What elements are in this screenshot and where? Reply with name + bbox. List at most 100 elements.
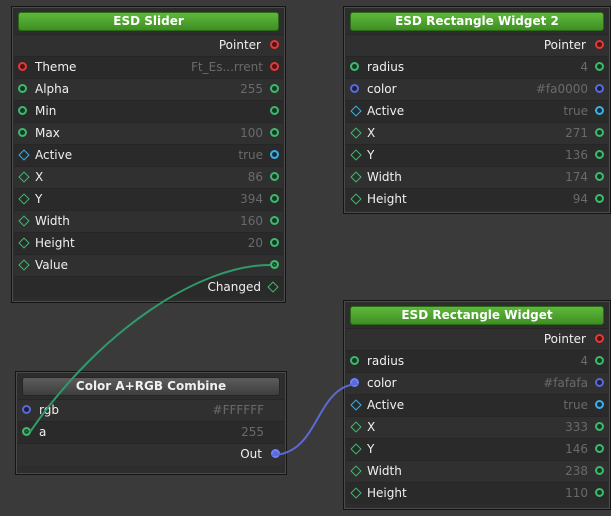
output-pin-icon[interactable] — [595, 106, 604, 115]
input-pin-icon[interactable] — [18, 128, 27, 137]
port-value[interactable]: 333 — [565, 417, 588, 438]
input-pin-icon[interactable] — [350, 171, 362, 183]
port-value[interactable]: 4 — [580, 57, 588, 78]
port-value[interactable]: 94 — [573, 189, 588, 210]
input-pin-icon[interactable] — [18, 193, 30, 205]
node-esd-rectangle-widget-2[interactable]: ESD Rectangle Widget 2 Pointer radius 4 … — [343, 6, 611, 214]
node-title[interactable]: ESD Rectangle Widget 2 — [350, 12, 604, 31]
port-value[interactable]: 4 — [580, 351, 588, 372]
port-value[interactable]: 271 — [565, 123, 588, 144]
port-value[interactable]: 160 — [240, 211, 263, 232]
port-value[interactable]: #fafafa — [543, 373, 588, 394]
port-value[interactable]: true — [563, 395, 588, 416]
output-pin-icon[interactable] — [595, 378, 604, 387]
input-pin-icon[interactable] — [350, 193, 362, 205]
port-label: Theme — [35, 60, 77, 74]
input-pin-icon[interactable] — [350, 465, 362, 477]
port-value[interactable]: 255 — [240, 79, 263, 100]
port-value[interactable]: #FFFFFF — [213, 400, 264, 421]
input-pin-icon[interactable] — [350, 127, 362, 139]
input-pin-icon[interactable] — [18, 171, 30, 183]
input-pin-icon[interactable] — [18, 106, 27, 115]
port-value[interactable]: 136 — [565, 145, 588, 166]
output-pin-icon[interactable] — [595, 466, 604, 475]
input-pin-icon[interactable] — [350, 421, 362, 433]
port-value[interactable]: 86 — [248, 167, 263, 188]
port-label: X — [367, 420, 376, 434]
output-pin-icon[interactable] — [595, 488, 604, 497]
port-value[interactable]: 255 — [241, 422, 264, 443]
output-pin-icon[interactable] — [595, 40, 604, 49]
input-pin-icon[interactable] — [22, 427, 31, 436]
input-pin-icon[interactable] — [350, 399, 362, 411]
port-label: Width — [367, 170, 402, 184]
port-value[interactable]: Ft_Es...rrent — [191, 57, 263, 78]
output-pin-icon[interactable] — [595, 172, 604, 181]
input-pin-icon[interactable] — [18, 259, 30, 271]
output-pin-icon[interactable] — [595, 150, 604, 159]
port-label: color — [367, 376, 397, 390]
output-pin-icon[interactable] — [270, 172, 279, 181]
input-pin-icon[interactable] — [18, 237, 30, 249]
port-row-x: X 86 — [14, 166, 283, 188]
output-pin-icon[interactable] — [595, 444, 604, 453]
input-pin-icon[interactable] — [350, 84, 359, 93]
input-pin-icon[interactable] — [18, 84, 27, 93]
node-esd-rectangle-widget[interactable]: ESD Rectangle Widget Pointer radius 4 co… — [343, 300, 611, 510]
port-value[interactable]: 146 — [565, 439, 588, 460]
node-esd-slider[interactable]: ESD Slider Pointer Theme Ft_Es...rrent A… — [11, 6, 286, 303]
port-row-radius: radius 4 — [346, 350, 608, 372]
output-pin-icon[interactable] — [595, 84, 604, 93]
output-pin-icon[interactable] — [270, 128, 279, 137]
output-pin-icon[interactable] — [595, 422, 604, 431]
input-pin-icon[interactable] — [350, 378, 359, 387]
port-value[interactable]: 394 — [240, 189, 263, 210]
output-pin-icon[interactable] — [270, 84, 279, 93]
output-pin-icon[interactable] — [267, 281, 279, 293]
input-pin-icon[interactable] — [22, 405, 31, 414]
port-row-y: Y 146 — [346, 438, 608, 460]
input-pin-icon[interactable] — [350, 62, 359, 71]
port-value[interactable]: 100 — [240, 123, 263, 144]
node-title[interactable]: ESD Slider — [18, 12, 279, 31]
input-pin-icon[interactable] — [350, 443, 362, 455]
port-value[interactable]: 174 — [565, 167, 588, 188]
input-pin-icon[interactable] — [18, 215, 30, 227]
input-pin-icon[interactable] — [350, 356, 359, 365]
port-label: Pointer — [543, 38, 586, 52]
output-pin-icon[interactable] — [270, 62, 279, 71]
input-pin-icon[interactable] — [350, 487, 362, 499]
output-pin-icon[interactable] — [270, 194, 279, 203]
output-pin-icon[interactable] — [270, 216, 279, 225]
output-pin-icon[interactable] — [271, 449, 280, 458]
node-title[interactable]: Color A+RGB Combine — [22, 377, 280, 396]
port-label: Active — [367, 104, 405, 118]
output-pin-icon[interactable] — [595, 400, 604, 409]
port-label: color — [367, 82, 397, 96]
input-pin-icon[interactable] — [350, 105, 362, 117]
port-label: Y — [367, 442, 375, 456]
port-value[interactable]: 110 — [565, 483, 588, 504]
output-pin-icon[interactable] — [595, 356, 604, 365]
input-pin-icon[interactable] — [18, 62, 27, 71]
port-value[interactable]: true — [563, 101, 588, 122]
port-label: radius — [367, 354, 405, 368]
input-pin-icon[interactable] — [350, 149, 362, 161]
output-pin-icon[interactable] — [595, 62, 604, 71]
port-value[interactable]: #fa0000 — [536, 79, 588, 100]
output-pin-icon[interactable] — [270, 260, 279, 269]
input-pin-icon[interactable] — [18, 149, 30, 161]
port-value[interactable]: 238 — [565, 461, 588, 482]
output-pin-icon[interactable] — [270, 150, 279, 159]
output-pin-icon[interactable] — [270, 40, 279, 49]
node-color-combine[interactable]: Color A+RGB Combine rgb #FFFFFF a 255 Ou… — [15, 371, 287, 475]
node-title[interactable]: ESD Rectangle Widget — [350, 306, 604, 325]
port-value[interactable]: 20 — [248, 233, 263, 254]
output-pin-icon[interactable] — [595, 128, 604, 137]
output-pin-icon[interactable] — [270, 106, 279, 115]
output-pin-icon[interactable] — [595, 334, 604, 343]
port-row-width: Width 160 — [14, 210, 283, 232]
output-pin-icon[interactable] — [270, 238, 279, 247]
output-pin-icon[interactable] — [595, 194, 604, 203]
port-value[interactable]: true — [238, 145, 263, 166]
